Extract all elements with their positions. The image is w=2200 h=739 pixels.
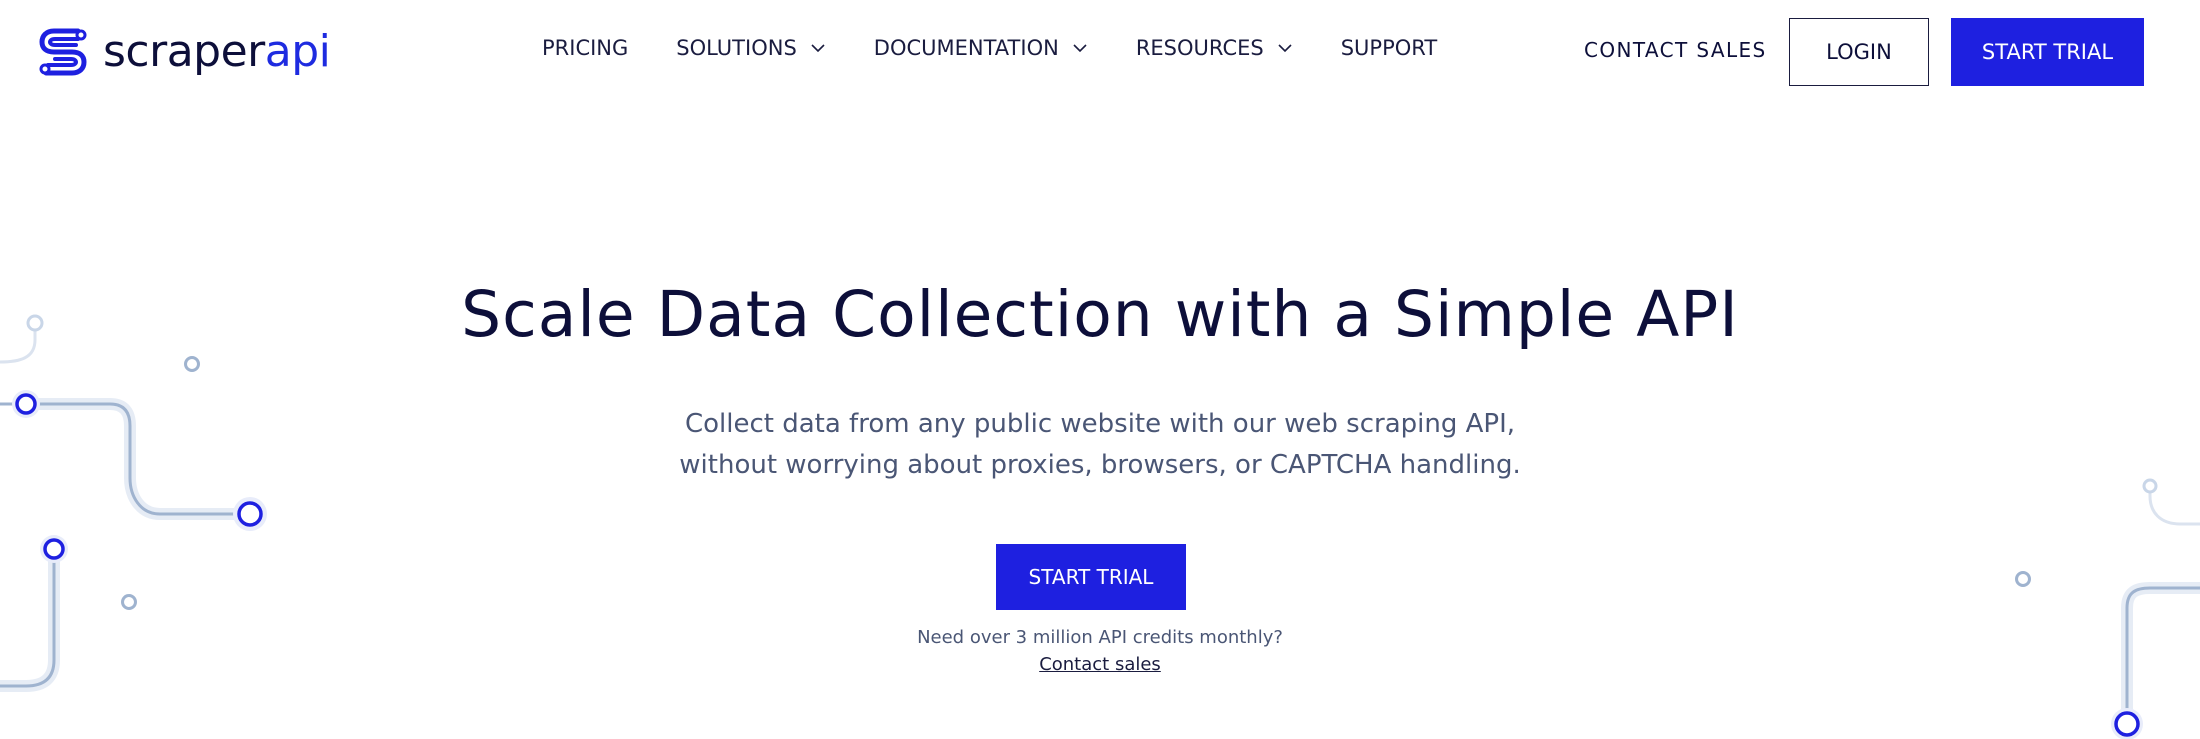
nav-item-label: RESOURCES bbox=[1135, 36, 1264, 60]
logo-word-scraper: scraper bbox=[103, 26, 265, 77]
site-header: scraperapi PRICING SOLUTIONS DOCUMENTATI… bbox=[0, 0, 2200, 104]
hero-subtitle: Collect data from any public website wit… bbox=[600, 404, 1600, 486]
nav-item-label: SUPPORT bbox=[1340, 36, 1438, 60]
hero-subtitle-line-1: Collect data from any public website wit… bbox=[684, 409, 1516, 439]
nav-item-support[interactable]: SUPPORT bbox=[1341, 36, 1437, 60]
nav-item-label: SOLUTIONS bbox=[676, 36, 797, 60]
nav-item-resources[interactable]: RESOURCES bbox=[1136, 36, 1293, 60]
logo-word-api: api bbox=[264, 26, 331, 77]
hero-title: Scale Data Collection with a Simple API bbox=[461, 278, 1739, 351]
enterprise-note: Need over 3 million API credits monthly? bbox=[917, 627, 1283, 648]
contact-sales-link[interactable]: CONTACT SALES bbox=[1584, 38, 1767, 62]
nav-item-pricing[interactable]: PRICING bbox=[542, 36, 628, 60]
start-trial-hero-button[interactable]: START TRIAL bbox=[996, 544, 1186, 610]
chevron-down-icon bbox=[1073, 44, 1087, 53]
logo-wordmark: scraperapi bbox=[103, 30, 331, 74]
nav-item-documentation[interactable]: DOCUMENTATION bbox=[874, 36, 1088, 60]
contact-sales-hero-link[interactable]: Contact sales bbox=[1039, 654, 1161, 675]
start-trial-header-button[interactable]: START TRIAL bbox=[1951, 18, 2144, 86]
contact-sales-hero-container: Contact sales bbox=[0, 654, 2200, 675]
nav-item-solutions[interactable]: SOLUTIONS bbox=[676, 36, 825, 60]
scraperapi-logo-icon bbox=[39, 28, 87, 76]
login-button[interactable]: LOGIN bbox=[1789, 18, 1929, 86]
nav-item-label: PRICING bbox=[542, 36, 629, 60]
chevron-down-icon bbox=[1278, 44, 1292, 53]
main-nav: PRICING SOLUTIONS DOCUMENTATION RESOURCE… bbox=[542, 36, 1437, 60]
chevron-down-icon bbox=[811, 44, 825, 53]
circuit-line-decoration-right bbox=[2015, 478, 2200, 739]
hero-subtitle-line-2: without worrying about proxies, browsers… bbox=[679, 450, 1521, 480]
nav-item-label: DOCUMENTATION bbox=[873, 36, 1059, 60]
logo-link[interactable]: scraperapi bbox=[38, 24, 331, 80]
